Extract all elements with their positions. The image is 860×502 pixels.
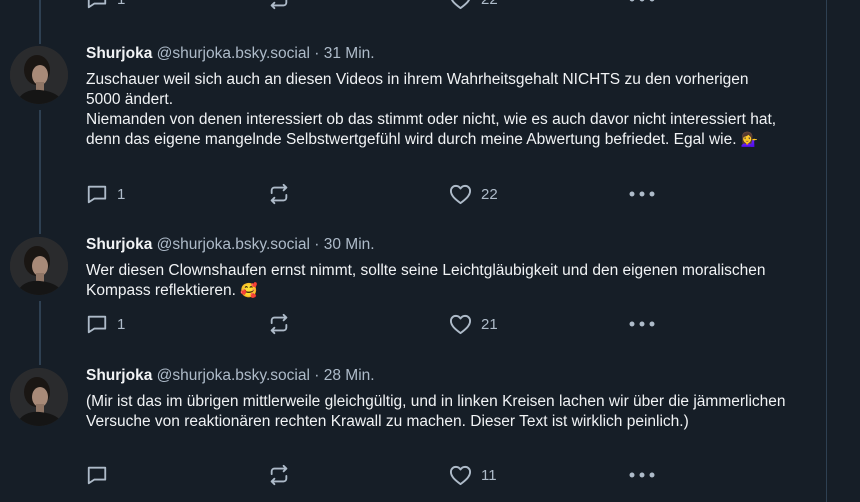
- like-button[interactable]: 21: [449, 312, 498, 336]
- repost-button[interactable]: [268, 463, 290, 487]
- more-icon: [629, 191, 655, 197]
- post-timestamp[interactable]: 31 Min.: [324, 45, 375, 62]
- avatar-image: [10, 237, 68, 295]
- reply-count: 1: [117, 0, 125, 8]
- separator: ·: [314, 236, 320, 253]
- avatar[interactable]: [10, 237, 68, 295]
- reply-count: 1: [117, 185, 126, 203]
- reply-icon: [87, 0, 107, 9]
- like-count: 21: [481, 315, 498, 333]
- heart-icon: [449, 465, 472, 486]
- post-paragraph: Wer diesen Clownshaufen ernst nimmt, sol…: [86, 262, 766, 299]
- post-actions: 1 21: [86, 312, 666, 336]
- like-count: 22: [481, 185, 498, 203]
- feed-right-border: [826, 0, 827, 502]
- emoji: 💁‍♀️: [740, 132, 759, 148]
- post-text: Zuschauer weil sich auch an diesen Video…: [86, 70, 786, 150]
- avatar-image: [10, 368, 68, 426]
- more-options-button[interactable]: [629, 0, 655, 11]
- avatar-image: [10, 46, 68, 104]
- separator: ·: [314, 45, 320, 62]
- author-handle[interactable]: @shurjoka.bsky.social: [157, 236, 310, 253]
- repost-icon: [270, 313, 288, 335]
- reply-icon: [87, 185, 107, 204]
- more-options-button[interactable]: [629, 182, 655, 206]
- post-actions: 1 22: [86, 182, 666, 206]
- repost-icon: [270, 464, 288, 486]
- post-actions: 11: [86, 463, 666, 487]
- avatar[interactable]: [10, 368, 68, 426]
- post-paragraph: Zuschauer weil sich auch an diesen Video…: [86, 71, 749, 108]
- author-name[interactable]: Shurjoka: [86, 45, 152, 62]
- repost-button[interactable]: [268, 312, 290, 336]
- reply-count: 1: [117, 315, 126, 333]
- reply-icon: [87, 466, 107, 485]
- post-header: Shurjoka @shurjoka.bsky.social · 30 Min.: [86, 235, 375, 255]
- reply-button[interactable]: 1: [86, 312, 125, 336]
- more-icon: [629, 0, 655, 2]
- more-options-button[interactable]: [629, 312, 655, 336]
- separator: ·: [314, 367, 320, 384]
- post-header: Shurjoka @shurjoka.bsky.social · 31 Min.: [86, 44, 375, 64]
- post-timestamp[interactable]: 28 Min.: [324, 367, 375, 384]
- avatar[interactable]: [10, 46, 68, 104]
- thread-line: [39, 301, 41, 365]
- prev-post-actions: 1 22: [86, 0, 666, 11]
- repost-icon: [270, 183, 288, 205]
- like-count: 22: [481, 0, 498, 8]
- post-header: Shurjoka @shurjoka.bsky.social · 28 Min.: [86, 366, 375, 386]
- repost-icon: [270, 0, 288, 10]
- reply-icon: [87, 315, 107, 334]
- repost-button[interactable]: [268, 0, 290, 11]
- like-button[interactable]: 22: [449, 182, 498, 206]
- like-count: 11: [481, 466, 497, 484]
- heart-icon: [450, 0, 471, 10]
- post-text: (Mir ist das im übrigen mittlerweile gle…: [86, 392, 786, 432]
- reply-button[interactable]: 1: [86, 0, 125, 11]
- author-handle[interactable]: @shurjoka.bsky.social: [157, 367, 310, 384]
- like-button[interactable]: 11: [449, 463, 497, 487]
- reply-button[interactable]: 1: [86, 182, 125, 206]
- post-paragraph: Niemanden von denen interessiert ob das …: [86, 111, 777, 148]
- thread-line: [39, 0, 41, 44]
- author-name[interactable]: Shurjoka: [86, 236, 152, 253]
- thread-feed: 1 22 Shurjoka @shurjoka.bsky.social: [0, 0, 860, 502]
- more-icon: [629, 321, 655, 327]
- post-timestamp[interactable]: 30 Min.: [324, 236, 375, 253]
- like-button[interactable]: 22: [449, 0, 498, 11]
- thread-line: [39, 110, 41, 234]
- heart-icon: [449, 184, 472, 205]
- emoji: 🥰: [240, 283, 258, 299]
- heart-icon: [449, 314, 472, 335]
- reply-button[interactable]: [86, 463, 117, 487]
- post-paragraph: (Mir ist das im übrigen mittlerweile gle…: [86, 393, 786, 430]
- author-name[interactable]: Shurjoka: [86, 367, 152, 384]
- more-options-button[interactable]: [629, 463, 655, 487]
- repost-button[interactable]: [268, 182, 290, 206]
- more-icon: [629, 472, 655, 478]
- author-handle[interactable]: @shurjoka.bsky.social: [157, 45, 310, 62]
- post-text: Wer diesen Clownshaufen ernst nimmt, sol…: [86, 261, 786, 301]
